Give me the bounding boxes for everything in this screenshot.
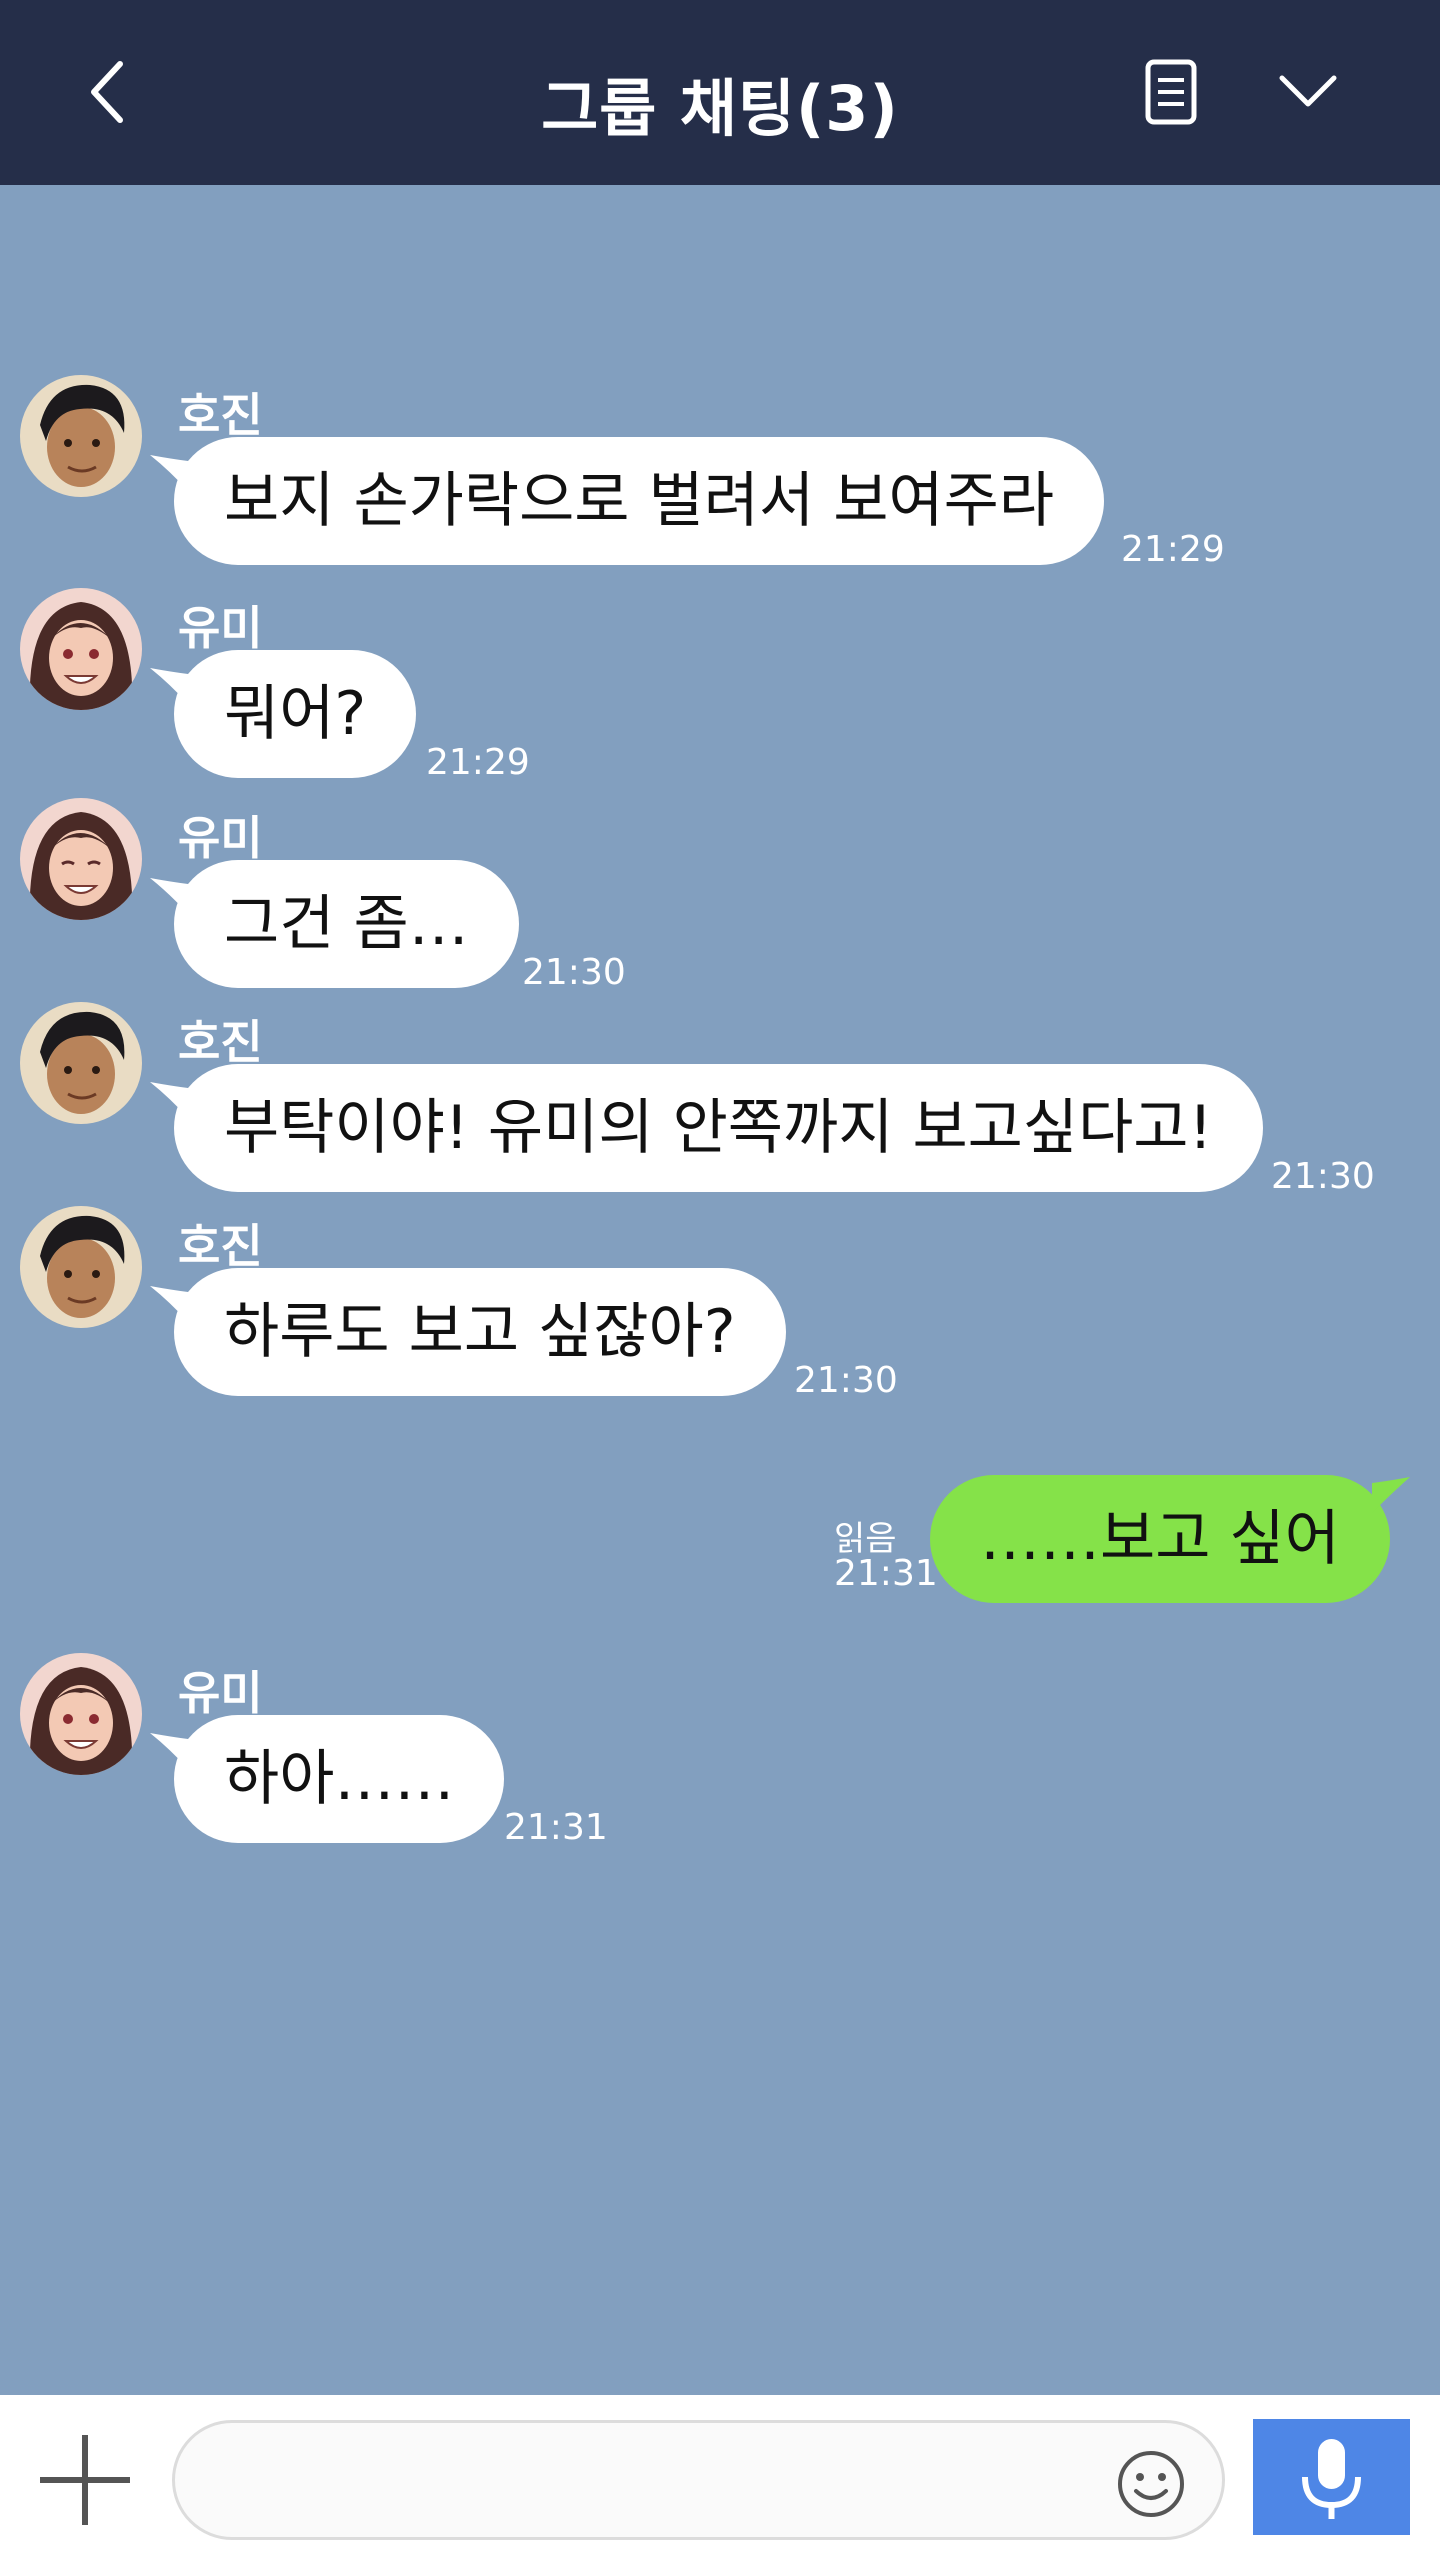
avatar-yumi[interactable] [20, 1653, 142, 1775]
document-list-icon [1145, 59, 1197, 125]
avatar-hojin[interactable] [20, 375, 142, 497]
avatar-hojin[interactable] [20, 1002, 142, 1124]
voice-button[interactable] [1253, 2419, 1410, 2535]
message-bubble[interactable]: 보지 손가락으로 벌려서 보여주라 [174, 437, 1105, 565]
message-bubble[interactable]: 하아…… [174, 1715, 505, 1843]
sender-name: 호진 [178, 1219, 263, 1273]
chevron-down-icon [1279, 75, 1337, 107]
message-time: 21:31 [834, 1553, 938, 1594]
chat-header: 그룹 채팅(3) [0, 0, 1440, 185]
smiley-icon [1118, 2451, 1184, 2517]
message-bubble-outgoing[interactable]: ……보고 싶어 [930, 1475, 1390, 1603]
message-time: 21:30 [794, 1360, 898, 1401]
message-bubble[interactable]: 뭐어? [174, 650, 417, 778]
chat-title: 그룹 채팅(3) [541, 72, 899, 145]
sender-name: 유미 [178, 601, 263, 655]
sender-name: 호진 [178, 388, 263, 442]
message-time: 21:30 [1271, 1156, 1375, 1197]
emoji-button[interactable] [1116, 2449, 1186, 2519]
message-time: 21:29 [426, 742, 530, 783]
avatar-hojin[interactable] [20, 1206, 142, 1328]
input-bar [0, 2395, 1440, 2560]
sender-name: 유미 [178, 1666, 263, 1720]
sender-name: 호진 [178, 1015, 263, 1069]
plus-icon [40, 2435, 130, 2525]
sender-name: 유미 [178, 811, 263, 865]
microphone-icon [1302, 2439, 1361, 2519]
bubble-tail [1372, 1477, 1410, 1513]
avatar-yumi[interactable] [20, 798, 142, 920]
avatar-yumi[interactable] [20, 588, 142, 710]
message-bubble[interactable]: 부탁이야! 유미의 안쪽까지 보고싶다고! [174, 1064, 1263, 1192]
chat-area[interactable]: 호진 보지 손가락으로 벌려서 보여주라 21:29 유미 뭐어? 21:29 [0, 185, 1440, 2395]
attach-button[interactable] [30, 2425, 140, 2535]
message-bubble[interactable]: 하루도 보고 싶잖아? [174, 1268, 786, 1396]
collapse-button[interactable] [1268, 52, 1348, 132]
menu-button[interactable] [1130, 52, 1210, 132]
message-bubble[interactable]: 그건 좀… [174, 860, 519, 988]
message-input[interactable] [215, 2443, 1069, 2521]
message-time: 21:31 [504, 1807, 608, 1848]
message-time: 21:29 [1121, 529, 1225, 570]
message-input-wrapper [172, 2420, 1225, 2540]
message-time: 21:30 [522, 952, 626, 993]
